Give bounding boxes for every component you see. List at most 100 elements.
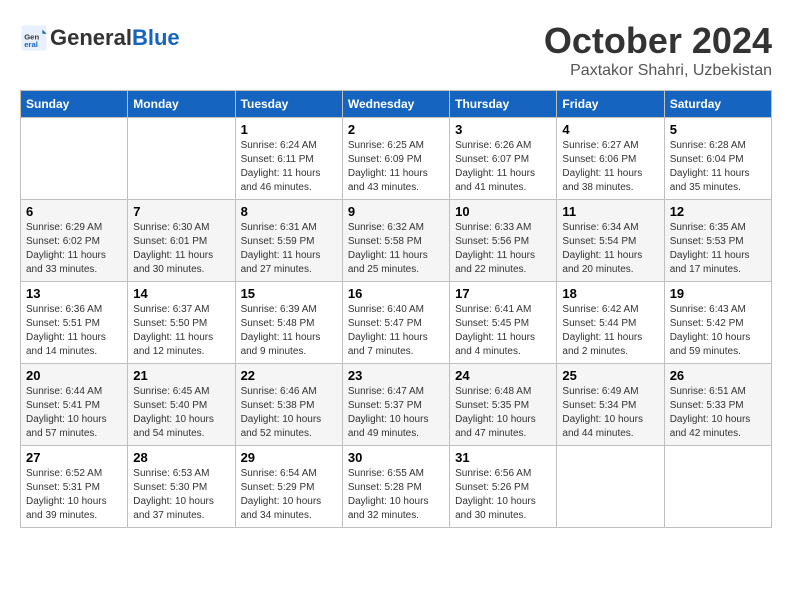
day-number: 9 — [348, 204, 444, 219]
day-number: 26 — [670, 368, 766, 383]
day-number: 16 — [348, 286, 444, 301]
page-header: Gen eral General Blue October 2024 Paxta… — [20, 20, 772, 80]
calendar-cell: 12Sunrise: 6:35 AM Sunset: 5:53 PM Dayli… — [664, 200, 771, 282]
calendar-cell: 25 Sunrise: 6:49 AM Sunset: 5:34 PM Dayli… — [557, 364, 664, 446]
calendar-cell: 30 Sunrise: 6:55 AM Sunset: 5:28 PM Dayli… — [342, 446, 449, 528]
calendar-cell: 15Sunrise: 6:39 AM Sunset: 5:48 PM Dayli… — [235, 282, 342, 364]
day-number: 7 — [133, 204, 229, 219]
day-info: Sunrise: 6:29 AM Sunset: 6:02 PM Dayligh… — [26, 221, 122, 277]
day-number: 15 — [241, 286, 337, 301]
calendar-cell: 19 Sunrise: 6:43 AM Sunset: 5:42 PM Dayli… — [664, 282, 771, 364]
day-number: 1 — [241, 122, 337, 137]
calendar-cell: 31 Sunrise: 6:56 AM Sunset: 5:26 PM Dayli… — [450, 446, 557, 528]
day-header-tuesday: Tuesday — [235, 91, 342, 118]
day-number: 11 — [562, 204, 658, 219]
calendar-cell: 14Sunrise: 6:37 AM Sunset: 5:50 PM Dayli… — [128, 282, 235, 364]
day-number: 23 — [348, 368, 444, 383]
day-number: 3 — [455, 122, 551, 137]
day-number: 18 — [562, 286, 658, 301]
day-header-friday: Friday — [557, 91, 664, 118]
day-header-monday: Monday — [128, 91, 235, 118]
day-number: 22 — [241, 368, 337, 383]
day-number: 12 — [670, 204, 766, 219]
calendar-cell: 11Sunrise: 6:34 AM Sunset: 5:54 PM Dayli… — [557, 200, 664, 282]
day-number: 17 — [455, 286, 551, 301]
day-header-saturday: Saturday — [664, 91, 771, 118]
day-info: Sunrise: 6:28 AM Sunset: 6:04 PM Dayligh… — [670, 139, 766, 195]
day-info: Sunrise: 6:45 AM Sunset: 5:40 PM Dayligh… — [133, 385, 229, 441]
day-header-thursday: Thursday — [450, 91, 557, 118]
calendar-cell: 2 Sunrise: 6:25 AM Sunset: 6:09 PM Daylig… — [342, 118, 449, 200]
day-info: Sunrise: 6:48 AM Sunset: 5:35 PM Dayligh… — [455, 385, 551, 441]
day-info: Sunrise: 6:44 AM Sunset: 5:41 PM Dayligh… — [26, 385, 122, 441]
calendar-week-row: 20 Sunrise: 6:44 AM Sunset: 5:41 PM Dayli… — [21, 364, 772, 446]
calendar-cell: 29 Sunrise: 6:54 AM Sunset: 5:29 PM Dayli… — [235, 446, 342, 528]
calendar-cell: 9 Sunrise: 6:32 AM Sunset: 5:58 PM Daylig… — [342, 200, 449, 282]
calendar-cell: 18Sunrise: 6:42 AM Sunset: 5:44 PM Dayli… — [557, 282, 664, 364]
calendar-cell: 26 Sunrise: 6:51 AM Sunset: 5:33 PM Dayli… — [664, 364, 771, 446]
day-header-sunday: Sunday — [21, 91, 128, 118]
calendar-week-row: 13Sunrise: 6:36 AM Sunset: 5:51 PM Dayli… — [21, 282, 772, 364]
day-info: Sunrise: 6:47 AM Sunset: 5:37 PM Dayligh… — [348, 385, 444, 441]
calendar-cell: 27 Sunrise: 6:52 AM Sunset: 5:31 PM Dayli… — [21, 446, 128, 528]
day-info: Sunrise: 6:26 AM Sunset: 6:07 PM Dayligh… — [455, 139, 551, 195]
day-info: Sunrise: 6:24 AM Sunset: 6:11 PM Dayligh… — [241, 139, 337, 195]
logo-general: General — [50, 26, 132, 50]
day-info: Sunrise: 6:52 AM Sunset: 5:31 PM Dayligh… — [26, 467, 122, 523]
day-info: Sunrise: 6:40 AM Sunset: 5:47 PM Dayligh… — [348, 303, 444, 359]
day-info: Sunrise: 6:27 AM Sunset: 6:06 PM Dayligh… — [562, 139, 658, 195]
calendar-cell — [557, 446, 664, 528]
calendar-cell: 20 Sunrise: 6:44 AM Sunset: 5:41 PM Dayli… — [21, 364, 128, 446]
calendar-cell: 3 Sunrise: 6:26 AM Sunset: 6:07 PM Daylig… — [450, 118, 557, 200]
day-number: 25 — [562, 368, 658, 383]
calendar-cell: 8 Sunrise: 6:31 AM Sunset: 5:59 PM Daylig… — [235, 200, 342, 282]
day-info: Sunrise: 6:54 AM Sunset: 5:29 PM Dayligh… — [241, 467, 337, 523]
logo: Gen eral General Blue — [20, 24, 180, 52]
day-number: 30 — [348, 450, 444, 465]
calendar-week-row: 6Sunrise: 6:29 AM Sunset: 6:02 PM Daylig… — [21, 200, 772, 282]
calendar-cell: 28 Sunrise: 6:53 AM Sunset: 5:30 PM Dayli… — [128, 446, 235, 528]
calendar-cell: 23 Sunrise: 6:47 AM Sunset: 5:37 PM Dayli… — [342, 364, 449, 446]
day-info: Sunrise: 6:33 AM Sunset: 5:56 PM Dayligh… — [455, 221, 551, 277]
calendar-cell — [21, 118, 128, 200]
day-number: 10 — [455, 204, 551, 219]
day-number: 27 — [26, 450, 122, 465]
calendar-cell: 5Sunrise: 6:28 AM Sunset: 6:04 PM Daylig… — [664, 118, 771, 200]
calendar-cell: 22 Sunrise: 6:46 AM Sunset: 5:38 PM Dayli… — [235, 364, 342, 446]
day-number: 8 — [241, 204, 337, 219]
day-info: Sunrise: 6:25 AM Sunset: 6:09 PM Dayligh… — [348, 139, 444, 195]
day-number: 2 — [348, 122, 444, 137]
day-info: Sunrise: 6:36 AM Sunset: 5:51 PM Dayligh… — [26, 303, 122, 359]
location-title: Paxtakor Shahri, Uzbekistan — [544, 62, 772, 80]
day-number: 29 — [241, 450, 337, 465]
calendar-cell: 16 Sunrise: 6:40 AM Sunset: 5:47 PM Dayli… — [342, 282, 449, 364]
day-number: 31 — [455, 450, 551, 465]
day-info: Sunrise: 6:46 AM Sunset: 5:38 PM Dayligh… — [241, 385, 337, 441]
calendar-cell: 13Sunrise: 6:36 AM Sunset: 5:51 PM Dayli… — [21, 282, 128, 364]
day-info: Sunrise: 6:55 AM Sunset: 5:28 PM Dayligh… — [348, 467, 444, 523]
day-info: Sunrise: 6:43 AM Sunset: 5:42 PM Dayligh… — [670, 303, 766, 359]
day-number: 24 — [455, 368, 551, 383]
logo-blue: Blue — [132, 26, 180, 50]
day-info: Sunrise: 6:51 AM Sunset: 5:33 PM Dayligh… — [670, 385, 766, 441]
day-info: Sunrise: 6:32 AM Sunset: 5:58 PM Dayligh… — [348, 221, 444, 277]
day-info: Sunrise: 6:31 AM Sunset: 5:59 PM Dayligh… — [241, 221, 337, 277]
day-number: 28 — [133, 450, 229, 465]
calendar-header-row: SundayMondayTuesdayWednesdayThursdayFrid… — [21, 91, 772, 118]
calendar-table: SundayMondayTuesdayWednesdayThursdayFrid… — [20, 90, 772, 528]
day-number: 19 — [670, 286, 766, 301]
day-number: 20 — [26, 368, 122, 383]
calendar-week-row: 1 Sunrise: 6:24 AM Sunset: 6:11 PM Daylig… — [21, 118, 772, 200]
day-info: Sunrise: 6:53 AM Sunset: 5:30 PM Dayligh… — [133, 467, 229, 523]
day-info: Sunrise: 6:37 AM Sunset: 5:50 PM Dayligh… — [133, 303, 229, 359]
calendar-cell: 10 Sunrise: 6:33 AM Sunset: 5:56 PM Dayli… — [450, 200, 557, 282]
day-info: Sunrise: 6:41 AM Sunset: 5:45 PM Dayligh… — [455, 303, 551, 359]
calendar-body: 1 Sunrise: 6:24 AM Sunset: 6:11 PM Daylig… — [21, 118, 772, 528]
calendar-cell: 24 Sunrise: 6:48 AM Sunset: 5:35 PM Dayli… — [450, 364, 557, 446]
day-info: Sunrise: 6:49 AM Sunset: 5:34 PM Dayligh… — [562, 385, 658, 441]
day-number: 4 — [562, 122, 658, 137]
logo-icon: Gen eral — [20, 24, 48, 52]
calendar-cell — [128, 118, 235, 200]
day-info: Sunrise: 6:56 AM Sunset: 5:26 PM Dayligh… — [455, 467, 551, 523]
day-info: Sunrise: 6:30 AM Sunset: 6:01 PM Dayligh… — [133, 221, 229, 277]
